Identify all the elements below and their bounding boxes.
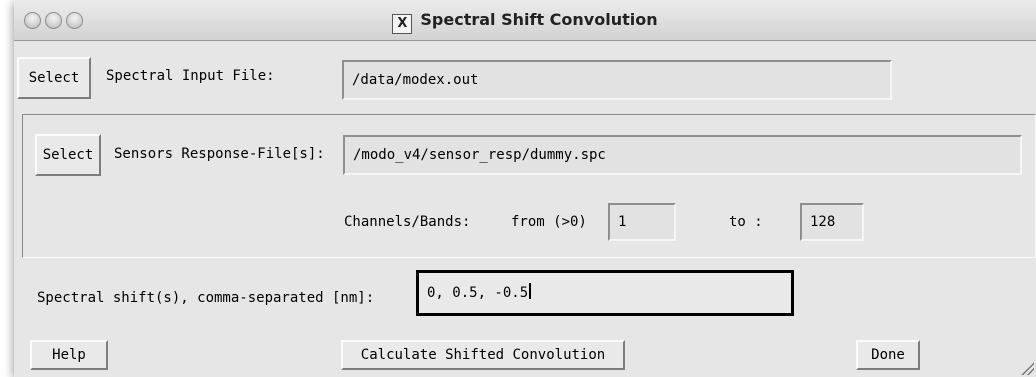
select-input-file-button[interactable]: Select [17,57,91,99]
channels-from-label: from (>0) [511,214,587,230]
sensor-file-field[interactable]: /modo_v4/sensor_resp/dummy.spc [343,135,1022,175]
channels-label: Channels/Bands: [344,214,471,230]
channels-from-field[interactable]: 1 [608,203,676,241]
input-file-label: Spectral Input File: [106,68,275,84]
title-bar[interactable]: X Spectral Shift Convolution [14,0,1036,41]
input-file-field[interactable]: /data/modex.out [342,60,892,100]
x11-app-icon: X [392,14,413,34]
sensor-file-label: Sensors Response-File[s]: [114,146,325,162]
channels-to-label: to : [729,214,763,230]
calculate-shifted-convolution-button[interactable]: Calculate Shifted Convolution [341,340,625,370]
help-button[interactable]: Help [30,340,108,370]
spectral-shift-label: Spectral shift(s), comma-separated [nm]: [37,290,375,306]
resize-grip-icon[interactable] [1020,361,1034,375]
window-title-text: Spectral Shift Convolution [420,10,658,29]
spectral-shift-field[interactable]: 0, 0.5, -0.5 [416,270,794,316]
main-window: X Spectral Shift Convolution Select Spect… [14,0,1036,377]
spectral-shift-value: 0, 0.5, -0.5 [427,285,529,301]
text-cursor [529,283,532,299]
window-title: X Spectral Shift Convolution [14,10,1036,34]
done-button[interactable]: Done [856,340,920,370]
channels-to-field[interactable]: 128 [800,203,864,241]
select-sensor-file-button[interactable]: Select [35,134,101,176]
